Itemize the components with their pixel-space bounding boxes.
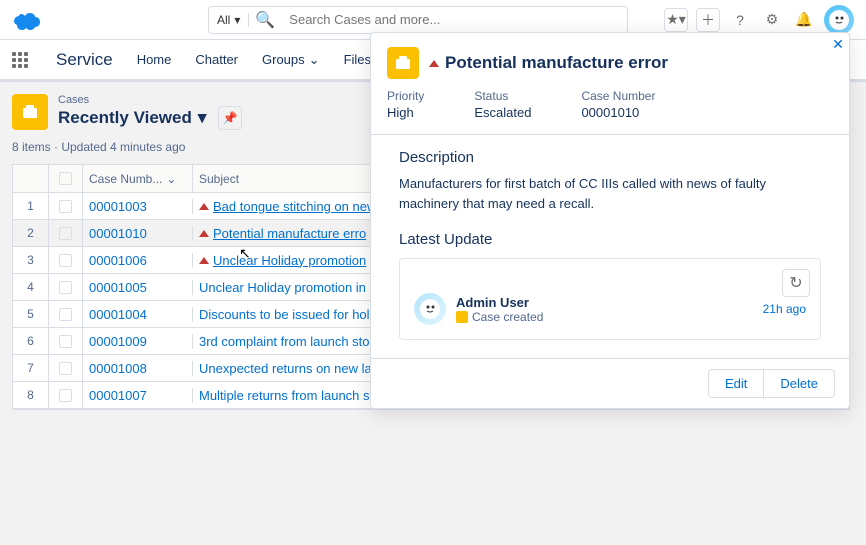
case-number-link[interactable]: 00001010 — [89, 226, 147, 241]
pin-button[interactable]: 📌 — [218, 106, 242, 130]
salesforce-logo — [12, 6, 48, 34]
priority-flag-icon — [199, 257, 209, 264]
priority-flag-icon — [199, 230, 209, 237]
priority-flag-icon — [429, 60, 439, 67]
search-input[interactable] — [281, 12, 619, 27]
case-number-link[interactable]: 00001007 — [89, 388, 147, 403]
chevron-down-icon: ▾ — [234, 13, 240, 27]
chevron-down-icon: ⌄ — [309, 52, 320, 68]
subject-link[interactable]: Bad tongue stitching on new — [213, 199, 376, 214]
update-timestamp: 21h ago — [763, 302, 806, 316]
case-number-link[interactable]: 00001008 — [89, 361, 147, 376]
row-checkbox[interactable] — [59, 308, 72, 321]
user-avatar[interactable] — [824, 5, 854, 35]
search-scope-label: All — [217, 13, 230, 27]
case-number-link[interactable]: 00001009 — [89, 334, 147, 349]
nav-chatter[interactable]: Chatter — [195, 52, 238, 67]
chevron-down-icon: ▾ — [198, 108, 207, 128]
object-label: Cases — [58, 94, 242, 106]
case-number-link[interactable]: 00001005 — [89, 280, 147, 295]
case-icon — [456, 311, 468, 323]
refresh-button[interactable]: ↻ — [782, 269, 810, 297]
subject-link[interactable]: Unclear Holiday promotion in n — [199, 280, 377, 295]
row-checkbox[interactable] — [59, 389, 72, 402]
case-preview-panel: ✕ Potential manufacture error Priority H… — [370, 32, 850, 409]
latest-update-heading: Latest Update — [399, 231, 821, 248]
header-utility-icons: ★▾ ＋ ? ⚙ 🔔 — [664, 5, 854, 35]
nav-home[interactable]: Home — [137, 52, 172, 67]
chevron-down-icon: ⌄ — [166, 172, 176, 186]
subject-link[interactable]: Discounts to be issued for holid — [199, 307, 380, 322]
add-icon[interactable]: ＋ — [696, 8, 720, 32]
latest-update-card: ↻ Admin User Case created 21h ago — [399, 258, 821, 340]
search-icon: 🔍 — [249, 10, 281, 30]
row-number: 7 — [13, 355, 49, 381]
row-number: 4 — [13, 274, 49, 300]
update-event: Case created — [456, 310, 753, 324]
row-checkbox[interactable] — [59, 254, 72, 267]
status-label: Status — [474, 89, 531, 103]
row-number: 5 — [13, 301, 49, 327]
user-avatar[interactable] — [414, 293, 446, 325]
description-text: Manufacturers for first batch of CC IIIs… — [399, 174, 821, 213]
subject-link[interactable]: Unexpected returns on new lau — [199, 361, 379, 376]
panel-footer: Edit Delete — [371, 358, 849, 408]
subject-link[interactable]: 3rd complaint from launch sto — [199, 334, 370, 349]
case-icon — [12, 94, 48, 130]
subject-link[interactable]: Potential manufacture erro — [213, 226, 366, 241]
status-value: Escalated — [474, 105, 531, 120]
delete-button[interactable]: Delete — [764, 369, 835, 398]
row-checkbox[interactable] — [59, 335, 72, 348]
casenum-label: Case Number — [581, 89, 655, 103]
priority-flag-icon — [199, 203, 209, 210]
nav-groups[interactable]: Groups ⌄ — [262, 52, 320, 68]
subject-link[interactable]: Unclear Holiday promotion — [213, 253, 366, 268]
update-user: Admin User — [456, 295, 753, 310]
help-icon[interactable]: ? — [728, 8, 752, 32]
select-all-checkbox[interactable] — [59, 172, 72, 185]
row-checkbox[interactable] — [59, 227, 72, 240]
row-number: 2 — [13, 220, 49, 246]
app-launcher-icon[interactable] — [12, 52, 32, 68]
list-view-name[interactable]: Recently Viewed ▾ 📌 — [58, 106, 242, 130]
row-number: 8 — [13, 382, 49, 408]
description-heading: Description — [399, 149, 821, 166]
edit-button[interactable]: Edit — [708, 369, 764, 398]
case-icon — [387, 47, 419, 79]
panel-compact-fields: Priority High Status Escalated Case Numb… — [371, 89, 849, 135]
casenum-link[interactable]: 00001010 — [581, 105, 655, 120]
case-number-link[interactable]: 00001004 — [89, 307, 147, 322]
panel-title: Potential manufacture error — [429, 53, 668, 73]
setup-icon[interactable]: ⚙ — [760, 8, 784, 32]
priority-label: Priority — [387, 89, 424, 103]
search-scope-dropdown[interactable]: All ▾ — [217, 13, 249, 27]
case-number-link[interactable]: 00001006 — [89, 253, 147, 268]
row-checkbox[interactable] — [59, 200, 72, 213]
list-view-name-label: Recently Viewed — [58, 108, 192, 128]
row-number: 1 — [13, 193, 49, 219]
row-number: 3 — [13, 247, 49, 273]
app-name: Service — [56, 50, 113, 70]
priority-value: High — [387, 105, 424, 120]
row-number: 6 — [13, 328, 49, 354]
col-case-number[interactable]: Case Numb... ⌄ — [83, 165, 193, 192]
case-number-link[interactable]: 00001003 — [89, 199, 147, 214]
row-checkbox[interactable] — [59, 362, 72, 375]
nav-files[interactable]: Files — [344, 52, 371, 67]
favorites-icon[interactable]: ★▾ — [664, 8, 688, 32]
global-search[interactable]: All ▾ 🔍 — [208, 6, 628, 34]
subject-link[interactable]: Multiple returns from launch st — [199, 388, 373, 403]
row-checkbox[interactable] — [59, 281, 72, 294]
nav-groups-label: Groups — [262, 52, 305, 67]
close-icon[interactable]: ✕ — [829, 35, 847, 53]
notifications-icon[interactable]: 🔔 — [792, 8, 816, 32]
